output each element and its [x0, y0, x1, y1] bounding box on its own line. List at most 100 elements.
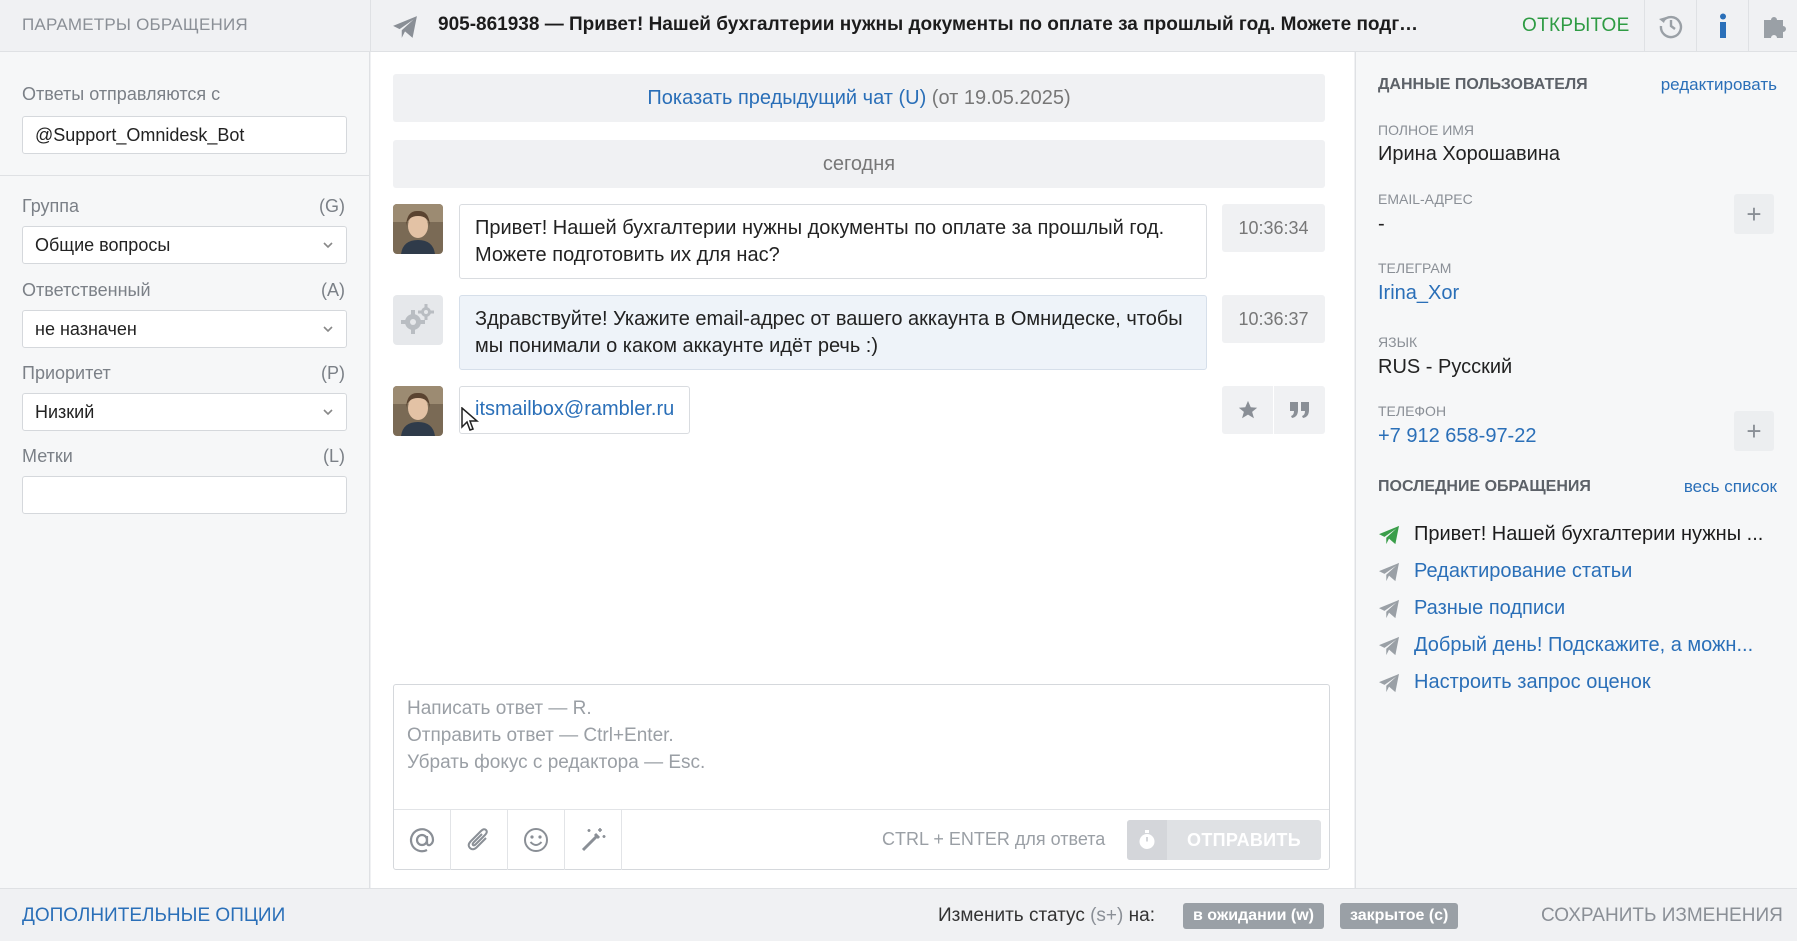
language-value: RUS - Русский	[1378, 356, 1513, 378]
all-tickets-link[interactable]: весь список	[1684, 477, 1777, 497]
send-button[interactable]: Отправить	[1167, 820, 1321, 860]
recent-tickets-title: Последние обращения	[1378, 478, 1591, 495]
telegram-icon	[1379, 673, 1399, 693]
telegram-label: Телеграм	[1378, 260, 1452, 276]
star-button[interactable]	[1222, 386, 1273, 434]
assignee-value: не назначен	[35, 319, 137, 339]
assignee-label: Ответственный	[22, 280, 151, 300]
at-icon	[409, 828, 435, 853]
chat-area: Показать предыдущий чат (U) (от 19.05.20…	[371, 52, 1354, 888]
attach-button[interactable]	[451, 810, 508, 870]
change-status-label: Изменить статус (s+) на:	[938, 905, 1155, 926]
priority-select[interactable]: Низкий	[22, 393, 347, 431]
message-time: 10:36:34	[1222, 204, 1325, 252]
group-value: Общие вопросы	[35, 235, 171, 255]
agent-message: Здравствуйте! Укажите email-адрес от ваш…	[459, 295, 1207, 370]
previous-chat-bar: Показать предыдущий чат (U) (от 19.05.20…	[393, 74, 1325, 122]
reply-editor[interactable]: Написать ответ — R. Отправить ответ — Ct…	[393, 684, 1330, 870]
replies-from-field[interactable]: @Support_Omnidesk_Bot	[22, 116, 347, 154]
tags-input[interactable]	[22, 476, 347, 514]
star-icon	[1238, 400, 1257, 419]
params-title: Параметры обращения	[22, 15, 248, 34]
magic-wand-button[interactable]	[565, 810, 622, 870]
more-options-link[interactable]: Дополнительные опции	[22, 905, 285, 927]
group-hotkey: (G)	[319, 196, 345, 216]
tags-label: Метки	[22, 446, 73, 466]
replies-from-value: @Support_Omnidesk_Bot	[35, 125, 245, 145]
recent-ticket-item[interactable]: Настроить запрос оценок	[1378, 667, 1778, 697]
replies-from-label: Ответы отправляются с	[22, 84, 221, 104]
chevron-down-icon	[323, 409, 333, 416]
editor-toolbar: CTRL + ENTER для ответа Отправить	[394, 809, 1329, 870]
assignee-hotkey: (A)	[321, 280, 345, 300]
email-value: -	[1378, 213, 1385, 235]
send-hint: CTRL + ENTER для ответа	[882, 829, 1106, 849]
recent-ticket-item[interactable]: Добрый день! Подскажите, а можн...	[1378, 630, 1778, 660]
telegram-icon	[393, 16, 417, 38]
quote-button[interactable]	[1273, 386, 1325, 434]
avatar	[393, 204, 443, 254]
priority-label: Приоритет	[22, 363, 111, 383]
status-waiting-button[interactable]: в ожидании (w)	[1183, 903, 1324, 929]
previous-chat-link[interactable]: Показать предыдущий чат (U)	[647, 87, 926, 109]
paperclip-icon	[467, 828, 488, 851]
info-icon	[1719, 13, 1726, 38]
edit-user-link[interactable]: редактировать	[1661, 75, 1777, 95]
group-select[interactable]: Общие вопросы	[22, 226, 347, 264]
ticket-subject: 905-861938 — Привет! Нашей бухгалтерии н…	[438, 14, 1418, 35]
user-data-panel: Данные пользователя редактировать Полное…	[1355, 52, 1797, 888]
full-name-value: Ирина Хорошавина	[1378, 143, 1561, 165]
agent-avatar	[393, 295, 443, 345]
recent-ticket-item[interactable]: Привет! Нашей бухгалтерии нужны ...	[1378, 519, 1778, 549]
ticket-status[interactable]: Открытое	[1522, 15, 1630, 37]
magic-wand-icon	[581, 828, 606, 852]
send-group: Отправить	[1127, 820, 1321, 860]
header-divider	[370, 0, 371, 52]
ticket-params-panel: Ответы отправляются с @Support_Omnidesk_…	[0, 52, 370, 888]
language-label: Язык	[1378, 334, 1418, 350]
recent-ticket-item[interactable]: Редактирование статьи	[1378, 556, 1778, 586]
phone-link[interactable]: +7 912 658-97-22	[1378, 425, 1536, 448]
smile-icon	[524, 828, 548, 852]
user-message: Привет! Нашей бухгалтерии нужны документ…	[459, 204, 1207, 279]
full-name-label: Полное имя	[1378, 122, 1475, 138]
gear-icon	[401, 304, 434, 334]
footer-bar: Дополнительные опции Изменить статус (s+…	[0, 888, 1797, 941]
apps-button[interactable]	[1748, 0, 1797, 52]
priority-value: Низкий	[35, 402, 95, 422]
history-icon	[1658, 15, 1682, 39]
status-closed-button[interactable]: закрытое (c)	[1340, 903, 1459, 929]
add-phone-button[interactable]: +	[1734, 411, 1774, 451]
group-label: Группа	[22, 196, 80, 216]
stopwatch-icon	[1139, 830, 1155, 849]
phone-label: Телефон	[1378, 403, 1447, 419]
telegram-icon	[1379, 525, 1399, 545]
chevron-down-icon	[323, 326, 333, 333]
info-button[interactable]	[1696, 0, 1748, 52]
mouse-cursor-icon	[461, 407, 479, 431]
plus-icon: +	[1746, 415, 1762, 446]
priority-hotkey: (P)	[321, 363, 345, 383]
telegram-icon	[1379, 599, 1399, 619]
user-data-title: Данные пользователя	[1378, 76, 1588, 93]
previous-chat-date: (от 19.05.2025)	[926, 87, 1071, 109]
message-actions	[1222, 386, 1325, 434]
schedule-send-button[interactable]	[1127, 820, 1167, 860]
mention-button[interactable]	[394, 810, 451, 870]
telegram-icon	[1379, 562, 1399, 582]
recent-ticket-item[interactable]: Разные подписи	[1378, 593, 1778, 623]
puzzle-icon	[1763, 17, 1786, 38]
email-link[interactable]: itsmailbox@rambler.ru	[475, 398, 674, 420]
save-changes-button[interactable]: Сохранить изменения	[1541, 905, 1783, 927]
left-divider	[0, 175, 370, 176]
chevron-down-icon	[323, 242, 333, 249]
telegram-link[interactable]: Irina_Xor	[1378, 282, 1459, 305]
user-message: itsmailbox@rambler.ru	[459, 386, 691, 434]
quote-icon	[1289, 402, 1309, 418]
history-button[interactable]	[1644, 0, 1696, 52]
add-email-button[interactable]: +	[1734, 194, 1774, 234]
emoji-button[interactable]	[508, 810, 565, 870]
telegram-icon	[1379, 636, 1399, 656]
message-time: 10:36:37	[1222, 295, 1325, 343]
assignee-select[interactable]: не назначен	[22, 310, 347, 348]
